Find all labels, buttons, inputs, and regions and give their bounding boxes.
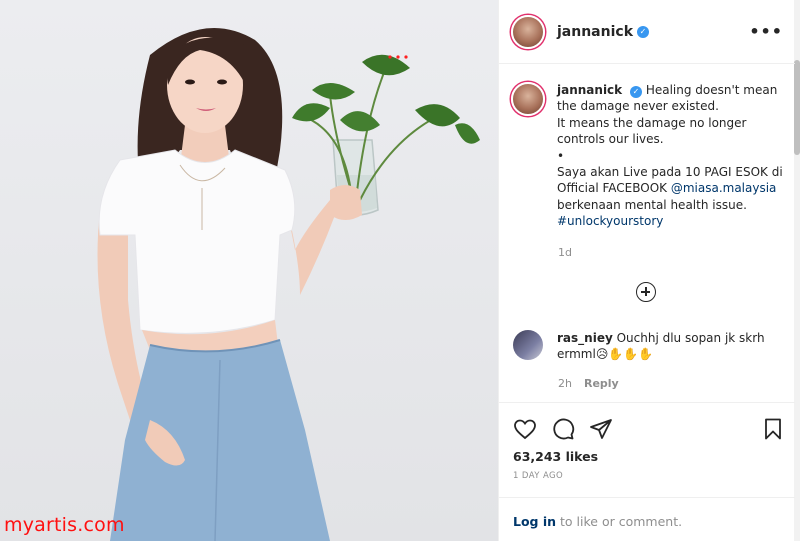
caption: jannanick ✓ Healing doesn't mean the dam… <box>511 82 789 230</box>
post-time-ago: 1 DAY AGO <box>513 471 564 481</box>
commenter-username[interactable]: ras_niey <box>557 331 613 345</box>
caption-bullet: • <box>557 148 565 163</box>
photo-illustration <box>97 27 480 541</box>
watermark: myartis.com <box>4 514 125 536</box>
login-prompt: Log in to like or comment. <box>513 514 682 529</box>
caption-line-2: It means the damage no longer controls o… <box>557 115 747 147</box>
comment-timestamp: 2h <box>558 377 572 390</box>
more-options-icon[interactable]: ••• <box>749 22 783 41</box>
login-link[interactable]: Log in <box>513 514 556 529</box>
comment-icon[interactable] <box>551 417 575 441</box>
bookmark-icon[interactable] <box>761 417 785 441</box>
scrollbar-thumb[interactable] <box>794 60 800 155</box>
caption-line-3-end: berkenaan mental health issue. <box>557 197 747 212</box>
post-header: jannanick ✓ ••• <box>499 0 795 64</box>
caption-avatar[interactable] <box>511 82 545 116</box>
comment-item: ras_niey Ouchhj dlu sopan jk skrh ermml😥… <box>513 330 793 362</box>
caption-timestamp: 1d <box>558 246 572 259</box>
action-icons <box>513 417 613 441</box>
verified-badge-icon: ✓ <box>637 25 650 38</box>
mention-link[interactable]: @miasa.malaysia <box>671 181 777 195</box>
author-avatar[interactable] <box>511 14 545 49</box>
hashtag-link[interactable]: #unlockyourstory <box>557 214 663 228</box>
like-count[interactable]: 63,243 likes <box>513 449 598 464</box>
load-more-comments-icon[interactable] <box>636 282 656 302</box>
commenter-avatar[interactable] <box>513 330 543 360</box>
post-photo: myartis.com <box>0 0 498 541</box>
author-username[interactable]: jannanick <box>557 24 633 40</box>
post-panel: jannanick ✓ ••• jannanick ✓ Healing does… <box>498 0 800 541</box>
post-actions: 63,243 likes 1 DAY AGO Log in to like or… <box>499 402 795 541</box>
caption-username[interactable]: jannanick <box>557 83 622 97</box>
caption-text: jannanick ✓ Healing doesn't mean the dam… <box>557 82 789 230</box>
verified-badge-icon: ✓ <box>629 86 642 99</box>
comment-meta: 2h Reply <box>558 377 619 390</box>
comment-text: ras_niey Ouchhj dlu sopan jk skrh ermml😥… <box>557 330 777 362</box>
login-rest-text: to like or comment. <box>556 514 683 529</box>
login-bar: Log in to like or comment. <box>499 497 795 541</box>
reply-button[interactable]: Reply <box>584 377 619 390</box>
share-icon[interactable] <box>589 417 613 441</box>
heart-icon[interactable] <box>513 417 537 441</box>
